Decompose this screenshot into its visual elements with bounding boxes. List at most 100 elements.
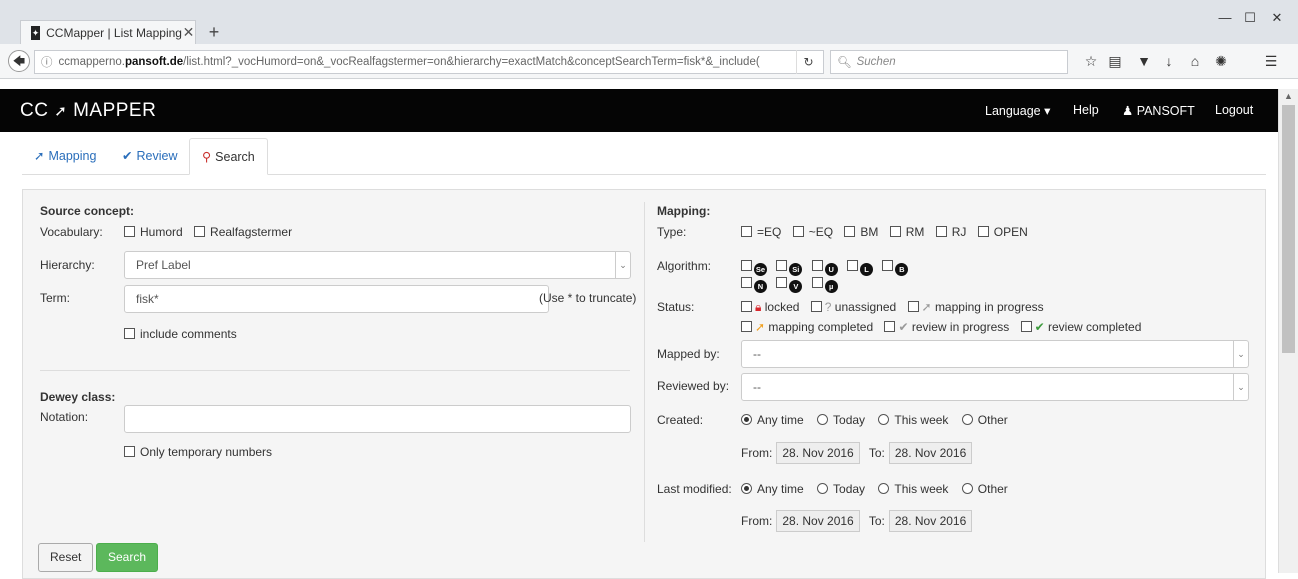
chevron-down-icon: ⌄ [1233, 374, 1248, 400]
vocabulary-label: Vocabulary: [40, 225, 103, 239]
home-icon[interactable]: ⌂ [1186, 53, 1204, 69]
brand-logo[interactable]: CC ➚ MAPPER [20, 100, 156, 122]
user-name: PANSOFT [1136, 104, 1195, 118]
info-icon[interactable]: ⓘ [41, 54, 53, 70]
page-scrollbar[interactable]: ▲ [1278, 89, 1298, 573]
status-unassigned-checkbox[interactable]: ? unassigned [810, 300, 896, 314]
algorithm-v-checkbox[interactable]: V [776, 276, 808, 293]
url-text: ccmapperno.pansoft.de/list.html?_vocHumo… [58, 56, 760, 68]
url-bar[interactable]: ⓘ ccmapperno.pansoft.de/list.html?_vocHu… [34, 50, 824, 74]
scroll-thumb[interactable] [1282, 105, 1295, 353]
created-date-range: From: 28. Nov 2016 To: 28. Nov 2016 [741, 442, 978, 464]
tab-search[interactable]: ⚲ Search [189, 138, 268, 175]
notation-label: Notation: [40, 410, 89, 424]
mapped-by-select[interactable]: -- ⌄ [741, 340, 1249, 368]
modified-options: Any time Today This week Other [741, 482, 1018, 496]
modified-today-radio[interactable]: Today [817, 482, 865, 496]
help-link[interactable]: Help [1073, 103, 1099, 117]
back-icon[interactable]: 🡄 [8, 50, 30, 72]
modified-this-week-radio[interactable]: This week [878, 482, 948, 496]
modified-from-field[interactable]: 28. Nov 2016 [776, 510, 860, 532]
search-icon: 🔍︎ [837, 57, 852, 69]
search-icon: ⚲ [202, 150, 212, 164]
type-label: Type: [657, 225, 687, 239]
user-menu[interactable]: ♟ PANSOFT [1122, 103, 1195, 118]
search-button[interactable]: Search [96, 543, 159, 572]
algorithm-u-checkbox[interactable]: U [811, 259, 844, 276]
algorithm-l-checkbox[interactable]: L [847, 259, 879, 276]
created-from-field[interactable]: 28. Nov 2016 [776, 442, 860, 464]
type-rj-checkbox[interactable]: RJ [935, 225, 966, 239]
to-label: To: [868, 514, 885, 528]
download-icon[interactable]: ↓ [1160, 53, 1178, 69]
temporary-numbers-checkbox[interactable]: Only temporary numbers [124, 445, 272, 459]
logout-link[interactable]: Logout [1215, 103, 1253, 117]
reviewed-by-select[interactable]: -- ⌄ [741, 373, 1249, 401]
hierarchy-value: Pref Label [136, 258, 191, 272]
created-to-field[interactable]: 28. Nov 2016 [888, 442, 973, 464]
status-options-row1: 🔒︎ locked ? unassigned ➚ mapping in prog… [741, 300, 1052, 315]
pocket-icon[interactable]: ▼ [1135, 53, 1153, 69]
created-this-week-radio[interactable]: This week [878, 413, 948, 427]
algorithm-mu-checkbox[interactable]: µ [811, 276, 844, 293]
hierarchy-select[interactable]: Pref Label ⌄ [124, 251, 631, 279]
created-options: Any time Today This week Other [741, 413, 1018, 427]
last-modified-label: Last modified: [657, 482, 732, 496]
lock-icon: 🔒︎ [755, 300, 762, 314]
type-bm-checkbox[interactable]: BM [844, 225, 878, 239]
from-label: From: [741, 446, 773, 460]
notation-input[interactable] [124, 405, 631, 433]
status-locked-checkbox[interactable]: 🔒︎ locked [741, 300, 799, 314]
language-menu[interactable]: Language ▾ [985, 103, 1050, 118]
mapping-completed-icon: ➚ [755, 320, 766, 334]
extension-icon[interactable]: ✺ [1212, 53, 1230, 70]
algorithm-se-checkbox[interactable]: Se [741, 259, 773, 276]
maximize-icon[interactable]: ☐ [1240, 10, 1260, 26]
status-mapping-in-progress-checkbox[interactable]: ➚ mapping in progress [907, 300, 1044, 314]
created-any-time-radio[interactable]: Any time [741, 413, 804, 427]
chevron-down-icon: ⌄ [1233, 341, 1248, 367]
type-approx-eq-checkbox[interactable]: ~EQ [792, 225, 833, 239]
browser-search-input[interactable]: 🔍︎ Suchen [830, 50, 1068, 74]
scroll-up-icon[interactable]: ▲ [1284, 91, 1293, 101]
chevron-down-icon: ⌄ [615, 252, 630, 278]
menu-icon[interactable]: ☰ [1262, 53, 1280, 70]
hierarchy-label: Hierarchy: [40, 258, 95, 272]
mapping-heading: Mapping: [657, 204, 711, 218]
status-mapping-completed-checkbox[interactable]: ➚ mapping completed [741, 320, 873, 334]
vocab-humord-checkbox[interactable]: Humord [124, 225, 183, 239]
status-review-in-progress-checkbox[interactable]: ✔ review in progress [884, 320, 1009, 334]
modified-any-time-radio[interactable]: Any time [741, 482, 804, 496]
algorithm-n-checkbox[interactable]: N [741, 276, 773, 293]
tab-mapping[interactable]: ➚ Mapping [22, 138, 108, 175]
include-comments-checkbox[interactable]: include comments [124, 327, 237, 341]
type-eq-checkbox[interactable]: =EQ [741, 225, 781, 239]
reading-list-icon[interactable]: ▤ [1106, 53, 1124, 70]
algorithm-b-checkbox[interactable]: B [882, 259, 914, 276]
minimize-icon[interactable]: — [1215, 10, 1235, 25]
source-concept-heading: Source concept: [40, 204, 135, 218]
reload-icon[interactable]: ↻ [796, 50, 820, 74]
type-rm-checkbox[interactable]: RM [889, 225, 924, 239]
type-open-checkbox[interactable]: OPEN [977, 225, 1028, 239]
status-review-completed-checkbox[interactable]: ✔ review completed [1020, 320, 1141, 334]
algorithm-si-checkbox[interactable]: Si [776, 259, 808, 276]
bookmark-star-icon[interactable]: ☆ [1082, 53, 1100, 70]
reset-button[interactable]: Reset [38, 543, 94, 572]
modified-date-range: From: 28. Nov 2016 To: 28. Nov 2016 [741, 510, 978, 532]
modified-to-field[interactable]: 28. Nov 2016 [888, 510, 973, 532]
term-input[interactable]: fisk* [124, 285, 549, 313]
created-today-radio[interactable]: Today [817, 413, 865, 427]
algorithm-options-row1: Se Si U L B [741, 259, 914, 276]
vocabulary-options: Humord Realfagstermer [124, 225, 300, 239]
reviewed-by-label: Reviewed by: [657, 379, 730, 393]
close-window-icon[interactable]: ✕ [1267, 10, 1287, 26]
browser-tab[interactable]: ✦ CCMapper | List Mapping ✕ [20, 20, 196, 44]
close-icon[interactable]: ✕ [182, 24, 195, 41]
vocab-realfagstermer-checkbox[interactable]: Realfagstermer [194, 225, 292, 239]
app-tabs: ➚ Mapping ✔ Review ⚲ Search [22, 138, 1266, 175]
modified-other-radio[interactable]: Other [961, 482, 1008, 496]
created-other-radio[interactable]: Other [961, 413, 1008, 427]
new-tab-icon[interactable]: + [204, 22, 224, 43]
tab-review[interactable]: ✔ Review [110, 138, 189, 175]
